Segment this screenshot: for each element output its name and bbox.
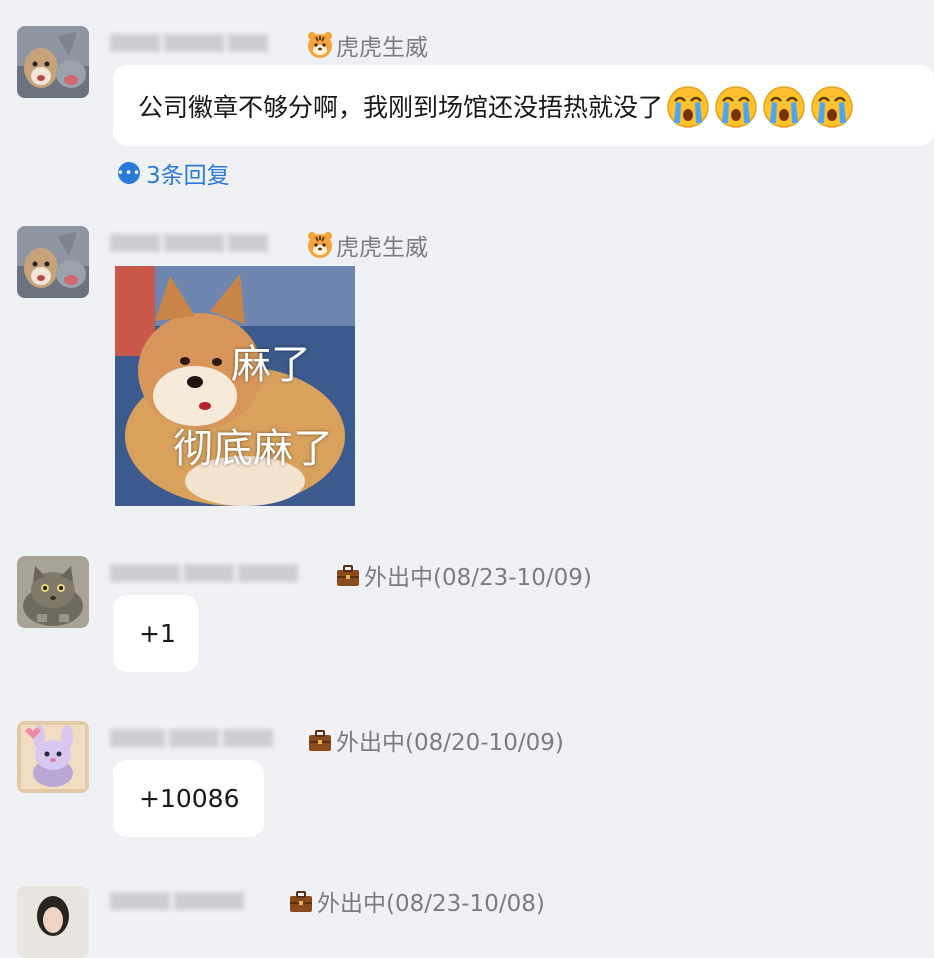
sender-name-redacted: [110, 560, 305, 586]
avatar-dog[interactable]: [17, 26, 89, 98]
user-status: 虎虎生威: [306, 28, 428, 62]
message-bubble[interactable]: +1: [113, 595, 198, 672]
crying-face-emoji: [811, 85, 853, 128]
user-status: 外出中(08/20-10/09): [306, 723, 564, 757]
message-bubble[interactable]: +10086: [113, 760, 264, 837]
user-status: 外出中(08/23-10/08): [287, 884, 545, 918]
tiger-icon: [306, 31, 334, 59]
crying-face-emoji: [667, 85, 709, 128]
tiger-icon: [306, 231, 334, 259]
status-text: 虎虎生威: [336, 235, 428, 261]
crying-face-emoji: [763, 85, 805, 128]
avatar-person[interactable]: [17, 886, 89, 958]
message-text: +1: [139, 619, 176, 648]
sender-name-redacted: [110, 230, 278, 256]
comment-icon: •••: [117, 162, 140, 184]
crying-face-emoji: [715, 85, 757, 128]
status-text: 外出中(08/23-10/08): [317, 891, 545, 917]
thread-replies-link[interactable]: ••• 3条回复: [117, 156, 230, 190]
sticker-caption: 彻底麻了: [173, 426, 333, 472]
user-status: 虎虎生威: [306, 228, 428, 262]
sender-name-redacted: [110, 725, 278, 751]
briefcase-icon: [334, 561, 362, 589]
sticker-caption: 麻了: [231, 342, 311, 388]
avatar-bunny[interactable]: [17, 721, 89, 793]
user-status: 外出中(08/23-10/09): [334, 558, 592, 592]
replies-count: 3条回复: [146, 163, 230, 189]
status-text: 外出中(08/23-10/09): [364, 565, 592, 591]
avatar-cat[interactable]: [17, 556, 89, 628]
status-text: 外出中(08/20-10/09): [336, 730, 564, 756]
briefcase-icon: [306, 726, 334, 754]
sender-name-redacted: [110, 888, 260, 914]
status-text: 虎虎生威: [336, 35, 428, 61]
message-bubble[interactable]: 公司徽章不够分啊，我刚到场馆还没捂热就没了: [113, 65, 934, 146]
message-text: 公司徽章不够分啊，我刚到场馆还没捂热就没了: [138, 92, 664, 122]
briefcase-icon: [287, 887, 315, 915]
message-text: +10086: [139, 784, 240, 813]
shiba-sticker-image[interactable]: 麻了 彻底麻了: [115, 266, 355, 506]
sender-name-redacted: [110, 30, 278, 56]
avatar-dog[interactable]: [17, 226, 89, 298]
